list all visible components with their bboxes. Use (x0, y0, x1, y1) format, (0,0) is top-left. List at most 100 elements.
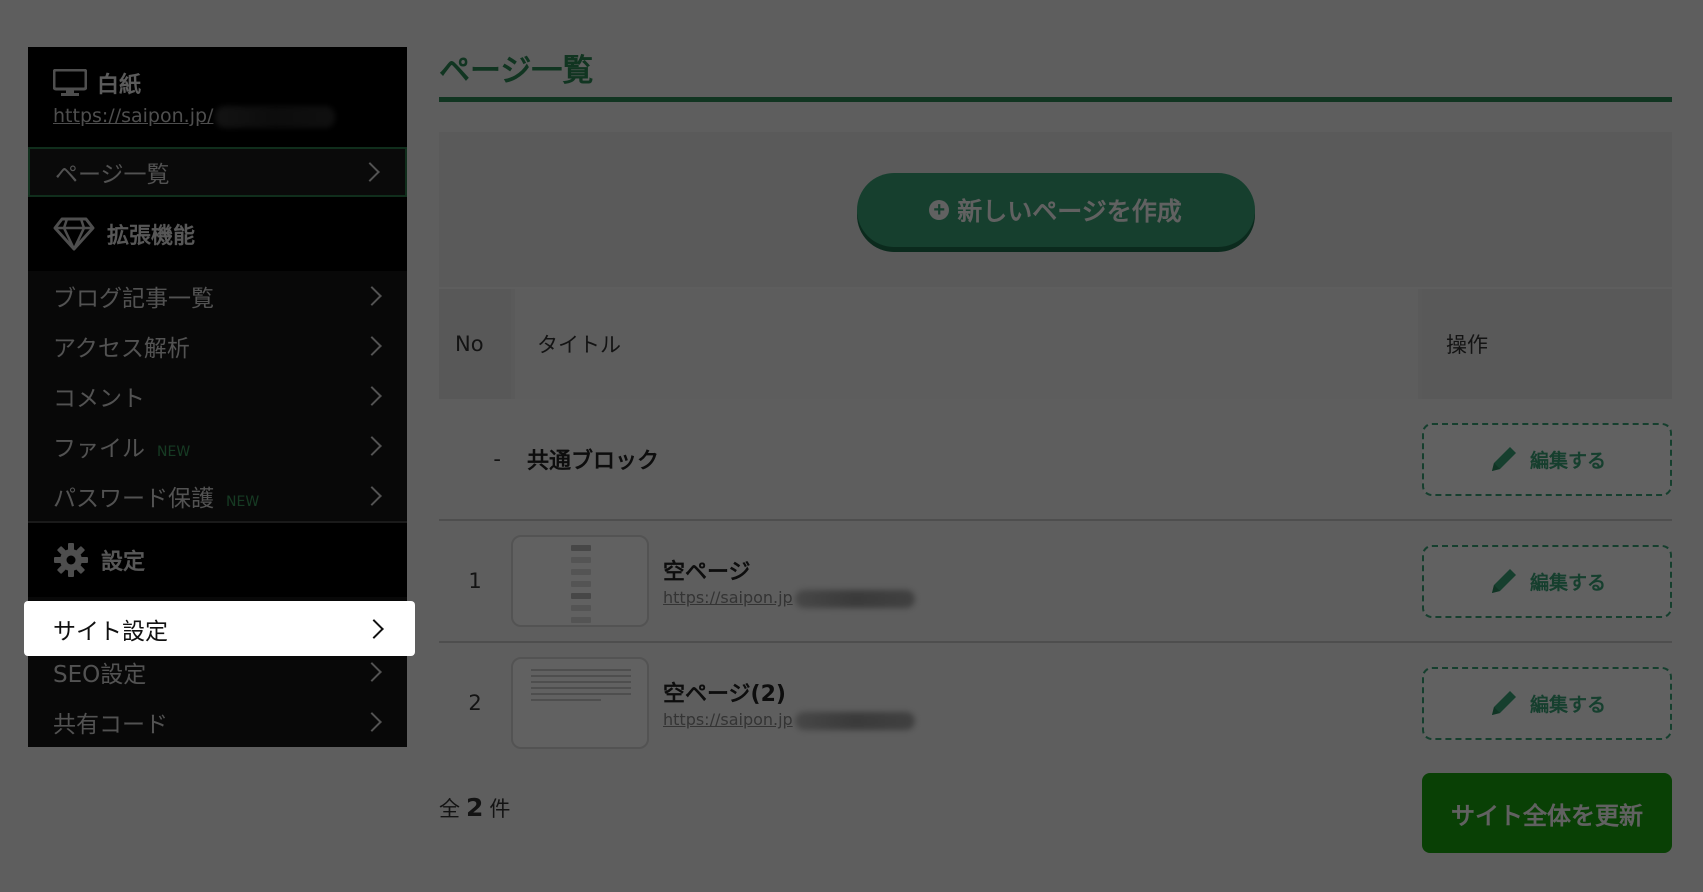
chevron-right-icon (362, 486, 382, 506)
table-row: 2 空ページ(2) https://saipon.jp 編集する (439, 643, 1672, 763)
table-row-common-block: - 共通ブロック 編集する (439, 399, 1672, 521)
edit-button[interactable]: 編集する (1422, 544, 1672, 618)
label-wrap: コメント (53, 379, 145, 413)
page-thumbnail[interactable] (511, 657, 649, 749)
create-page-button[interactable]: + 新しいページを作成 (856, 172, 1255, 247)
edit-button-label: 編集する (1529, 449, 1606, 472)
sidebar-item-label: パスワード保護 (53, 486, 214, 512)
label-wrap: パスワード保護 NEW (53, 479, 259, 513)
sidebar-item-pages[interactable]: ページ一覧 (28, 147, 407, 197)
column-header-op: 操作 (1422, 289, 1672, 399)
thumb-bar (571, 569, 591, 575)
diamond-icon (53, 217, 95, 251)
chevron-right-icon (362, 386, 382, 406)
section-label: 設定 (101, 550, 146, 575)
sidebar-item-label: コメント (53, 386, 145, 412)
thumb-line (531, 675, 631, 677)
thumb-line (531, 687, 631, 689)
edit-button[interactable]: 編集する (1422, 422, 1672, 496)
pencil-icon (1491, 569, 1516, 593)
sidebar-item-label: 共有コード (53, 712, 168, 738)
thumb-bar (571, 593, 591, 599)
sidebar-item-blog[interactable]: ブログ記事一覧 (28, 271, 407, 321)
page-thumbnail[interactable] (511, 535, 649, 627)
thumb-line (531, 693, 631, 695)
sidebar-item-share-code[interactable]: 共有コード (28, 697, 407, 747)
page-title: ページ一覧 (439, 53, 594, 89)
chevron-right-icon (362, 286, 382, 306)
page-count: 全2件 (439, 793, 510, 823)
sidebar-item-analytics[interactable]: アクセス解析 (28, 321, 407, 371)
site-name: 白紙 (97, 73, 142, 98)
gear-icon (54, 543, 88, 577)
redacted-blur (215, 105, 336, 128)
thumb-bar (571, 581, 591, 587)
pencil-icon (1491, 691, 1516, 715)
chevron-right-icon (362, 436, 382, 456)
plus-circle-icon: + (929, 199, 950, 220)
row-number: 2 (468, 691, 482, 715)
table-header: No タイトル 操作 (439, 289, 1672, 399)
row-url-text: https://saipon.jp (663, 588, 793, 608)
column-header-no: No (439, 289, 511, 399)
thumb-bar (571, 617, 591, 623)
edit-button[interactable]: 編集する (1422, 666, 1672, 740)
update-site-button[interactable]: サイト全体を更新 (1422, 773, 1672, 853)
sidebar-item-site-settings[interactable]: サイト設定 (24, 601, 415, 656)
site-url-text: https://saipon.jp/ (53, 105, 214, 127)
sidebar-item-files[interactable]: ファイル NEW (28, 421, 407, 471)
thumb-line (531, 669, 631, 671)
pencil-icon (1491, 447, 1516, 471)
row-info: 空ページ(2) https://saipon.jp (663, 676, 1422, 730)
site-header: 白紙 https://saipon.jp/ (28, 47, 407, 147)
main-content: ページ一覧 + 新しいページを作成 No タイトル 操作 - 共通ブロック 編集… (439, 47, 1672, 863)
title-underline (439, 97, 1672, 102)
thumb-bar (571, 557, 591, 563)
chevron-right-icon (364, 618, 384, 639)
sidebar-item-comments[interactable]: コメント (28, 371, 407, 421)
row-info: 空ページ https://saipon.jp (663, 554, 1422, 608)
chevron-right-icon (362, 336, 382, 356)
thumb-line (531, 699, 601, 701)
row-number: 1 (468, 569, 482, 593)
row-dash: - (493, 447, 501, 471)
sidebar-item-label: アクセス解析 (53, 336, 190, 362)
create-panel: + 新しいページを作成 (439, 132, 1672, 287)
count-prefix: 全 (439, 797, 460, 821)
chevron-right-icon (360, 162, 380, 182)
label-wrap: ファイル NEW (53, 429, 190, 463)
new-badge: NEW (157, 444, 191, 460)
row-info: 共通ブロック (511, 443, 1422, 475)
table-footer: 全2件 サイト全体を更新 (439, 773, 1672, 863)
thumb-bar (571, 605, 591, 611)
table-row: 1 空ページ https://saipon.jp 編集する (439, 521, 1672, 643)
sidebar-item-label: サイト設定 (53, 618, 168, 645)
redacted-blur (794, 589, 915, 608)
row-title[interactable]: 空ページ (663, 554, 1422, 586)
edit-button-label: 編集する (1529, 571, 1606, 594)
thumb-bar (571, 545, 591, 551)
redacted-blur (794, 711, 915, 730)
row-url-text: https://saipon.jp (663, 710, 793, 730)
sidebar-item-label: SEO設定 (53, 662, 147, 688)
site-url-link[interactable]: https://saipon.jp/ (53, 105, 336, 128)
sidebar-item-label: ページ一覧 (55, 162, 170, 188)
sidebar-item-password[interactable]: パスワード保護 NEW (28, 471, 407, 521)
thumb-line (531, 681, 631, 683)
count-suffix: 件 (489, 797, 511, 821)
label-wrap: アクセス解析 (53, 329, 190, 363)
row-url-link[interactable]: https://saipon.jp (663, 588, 1422, 608)
sidebar-item-label: ファイル (53, 436, 145, 462)
column-header-title: タイトル (515, 289, 1418, 399)
new-badge: NEW (226, 494, 260, 510)
sidebar-item-label: ブログ記事一覧 (53, 286, 214, 312)
create-page-label: 新しいページを作成 (957, 197, 1182, 226)
row-title[interactable]: 空ページ(2) (663, 676, 1422, 708)
site-title: 白紙 (53, 67, 141, 99)
label-wrap: ブログ記事一覧 (53, 279, 214, 313)
count-number: 2 (466, 793, 484, 822)
section-label: 拡張機能 (107, 224, 196, 249)
row-title: 共通ブロック (527, 449, 660, 474)
edit-button-label: 編集する (1529, 693, 1606, 716)
row-url-link[interactable]: https://saipon.jp (663, 710, 1422, 730)
